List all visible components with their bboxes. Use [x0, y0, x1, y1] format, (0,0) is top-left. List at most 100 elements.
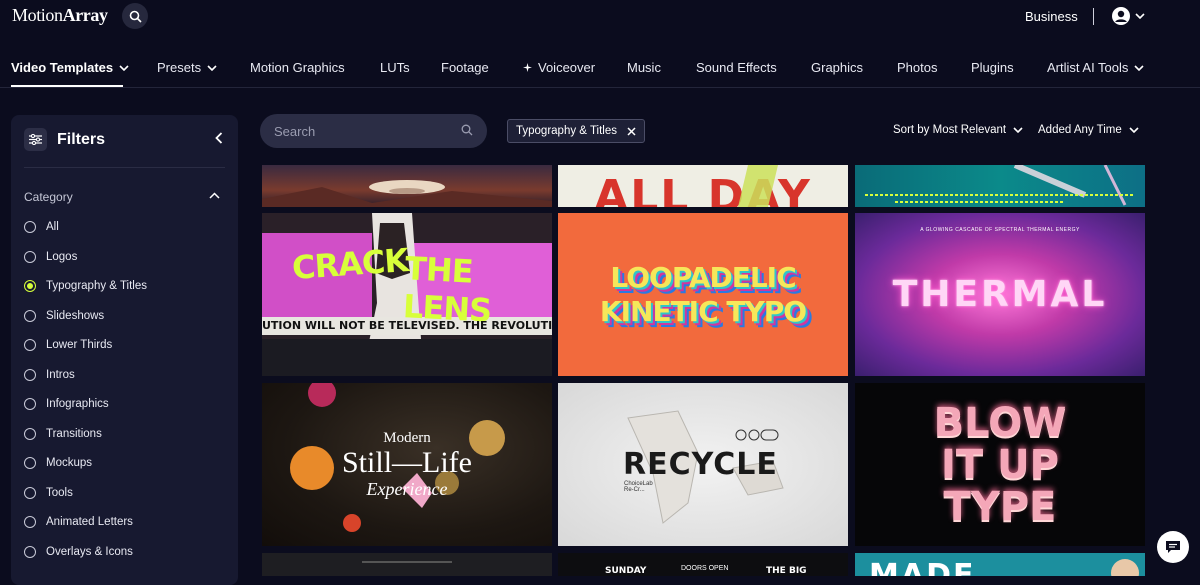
thumbnail-title: MADE	[869, 558, 976, 576]
nav-motion-graphics[interactable]: Motion Graphics	[250, 60, 345, 75]
radio-button[interactable]	[24, 251, 36, 263]
thumbnail-image	[865, 165, 1135, 206]
template-card[interactable]	[262, 553, 552, 576]
radio-button[interactable]	[24, 339, 36, 351]
template-card[interactable]	[262, 165, 552, 207]
radio-button[interactable]	[24, 398, 36, 410]
template-card[interactable]: SUNDAY DOORS OPEN THE BIG	[558, 553, 848, 576]
thumbnail-title: SUNDAY	[605, 566, 647, 576]
thumbnail-title: Still—Life	[342, 446, 472, 479]
nav-label: Artlist AI Tools	[1047, 60, 1129, 75]
logo-text: Motion	[12, 5, 63, 25]
category-item-label: Logos	[46, 251, 78, 263]
category-item-label: All	[46, 221, 59, 233]
business-link[interactable]: Business	[1025, 9, 1078, 24]
thumbnail-subtitle: Modern	[383, 430, 431, 446]
nav-photos[interactable]: Photos	[897, 60, 937, 75]
category-nav: Video Templates Presets Motion Graphics …	[0, 48, 1200, 88]
category-slideshows[interactable]: Slideshows	[24, 310, 104, 322]
collapse-sidebar-icon[interactable]	[215, 132, 223, 144]
nav-footage[interactable]: Footage	[441, 60, 489, 75]
template-card[interactable]	[855, 165, 1145, 207]
nav-graphics[interactable]: Graphics	[811, 60, 863, 75]
category-intros[interactable]: Intros	[24, 369, 75, 381]
category-logos[interactable]: Logos	[24, 251, 77, 263]
template-card[interactable]: Modern Still—Life Experience	[262, 383, 552, 546]
user-menu[interactable]	[1111, 6, 1145, 26]
category-lower-thirds[interactable]: Lower Thirds	[24, 339, 112, 351]
sort-dropdown[interactable]: Sort by Most Relevant	[893, 124, 1023, 136]
header-divider	[1093, 8, 1094, 25]
sliders-icon	[24, 128, 47, 151]
radio-button-checked[interactable]	[24, 280, 36, 292]
search-placeholder: Search	[274, 124, 316, 139]
user-icon	[1112, 7, 1130, 25]
thumbnail-title: DOORS OPEN	[681, 565, 729, 572]
time-dropdown[interactable]: Added Any Time	[1038, 124, 1139, 136]
nav-plugins[interactable]: Plugins	[971, 60, 1014, 75]
category-item-label: Lower Thirds	[46, 339, 113, 351]
radio-button[interactable]	[24, 487, 36, 499]
category-infographics[interactable]: Infographics	[24, 398, 109, 410]
radio-button[interactable]	[24, 221, 36, 233]
radio-button[interactable]	[24, 310, 36, 322]
search-icon	[129, 10, 142, 23]
category-item-label: Mockups	[46, 457, 93, 469]
template-card[interactable]: ALL DAY	[558, 165, 848, 207]
radio-button[interactable]	[24, 516, 36, 528]
thumbnail-ticker: UTION WILL NOT BE TELEVISED. THE REVOLUT…	[262, 319, 552, 332]
thumbnail-title: BLOW	[933, 399, 1067, 446]
category-animated-letters[interactable]: Animated Letters	[24, 516, 133, 528]
category-mockups[interactable]: Mockups	[24, 457, 92, 469]
template-card[interactable]: BLOW IT UP TYPE	[855, 383, 1145, 546]
category-item-label: Infographics	[46, 398, 109, 410]
nav-label: Music	[627, 60, 661, 75]
radio-button[interactable]	[24, 546, 36, 558]
nav-music[interactable]: Music	[627, 60, 661, 75]
nav-sound-effects[interactable]: Sound Effects	[696, 60, 777, 75]
radio-button[interactable]	[24, 457, 36, 469]
nav-video-templates[interactable]: Video Templates	[11, 60, 129, 75]
thumbnail-title: CRACK	[290, 240, 410, 288]
category-all[interactable]: All	[24, 221, 59, 233]
filters-header: Filters	[24, 128, 105, 151]
active-filter-chip[interactable]: Typography & Titles	[507, 119, 645, 143]
chat-button[interactable]	[1157, 531, 1189, 563]
category-item-label: Typography & Titles	[46, 280, 147, 292]
nav-label: Footage	[441, 60, 489, 75]
category-transitions[interactable]: Transitions	[24, 428, 102, 440]
category-item-label: Overlays & Icons	[46, 546, 133, 558]
nav-luts[interactable]: LUTs	[380, 60, 410, 75]
template-card[interactable]: LOOPADELIC KINETIC TYPO	[558, 213, 848, 376]
chevron-up-icon[interactable]	[209, 192, 220, 199]
template-card[interactable]: A GLOWING CASCADE OF SPECTRAL THERMAL EN…	[855, 213, 1145, 376]
template-card[interactable]: MADE	[855, 553, 1145, 576]
chevron-down-icon	[1134, 64, 1144, 71]
search-icon	[461, 124, 473, 136]
thumbnail-image	[362, 561, 452, 563]
category-tools[interactable]: Tools	[24, 487, 73, 499]
category-item-label: Animated Letters	[46, 516, 133, 528]
thumbnail-title: LOOPADELIC	[610, 260, 796, 294]
nav-presets[interactable]: Presets	[157, 60, 217, 75]
template-card[interactable]: RECYCLE ChoiceLab Re-Cr...	[558, 383, 848, 546]
category-label: Category	[24, 190, 73, 204]
chat-icon	[1166, 541, 1180, 553]
nav-label: Motion Graphics	[250, 60, 345, 75]
header-search-button[interactable]	[122, 3, 148, 29]
radio-button[interactable]	[24, 369, 36, 381]
category-item-label: Transitions	[46, 428, 102, 440]
close-icon[interactable]	[627, 126, 636, 136]
search-input[interactable]: Search	[260, 114, 487, 148]
nav-label: Voiceover	[538, 60, 596, 75]
category-overlays-icons[interactable]: Overlays & Icons	[24, 546, 133, 558]
template-card[interactable]: CRACK THE LENS UTION WILL NOT BE TELEVIS…	[262, 213, 552, 376]
radio-button[interactable]	[24, 428, 36, 440]
nav-artlist-ai-tools[interactable]: Artlist AI Tools	[1047, 60, 1144, 75]
sort-label: Sort by Most Relevant	[893, 124, 1007, 136]
category-typography-titles[interactable]: Typography & Titles	[24, 280, 147, 292]
logo[interactable]: MotionArray	[12, 5, 108, 26]
nav-voiceover[interactable]: Voiceover	[523, 60, 595, 75]
nav-label: LUTs	[380, 60, 410, 75]
thumbnail-title: Experience	[366, 479, 448, 499]
